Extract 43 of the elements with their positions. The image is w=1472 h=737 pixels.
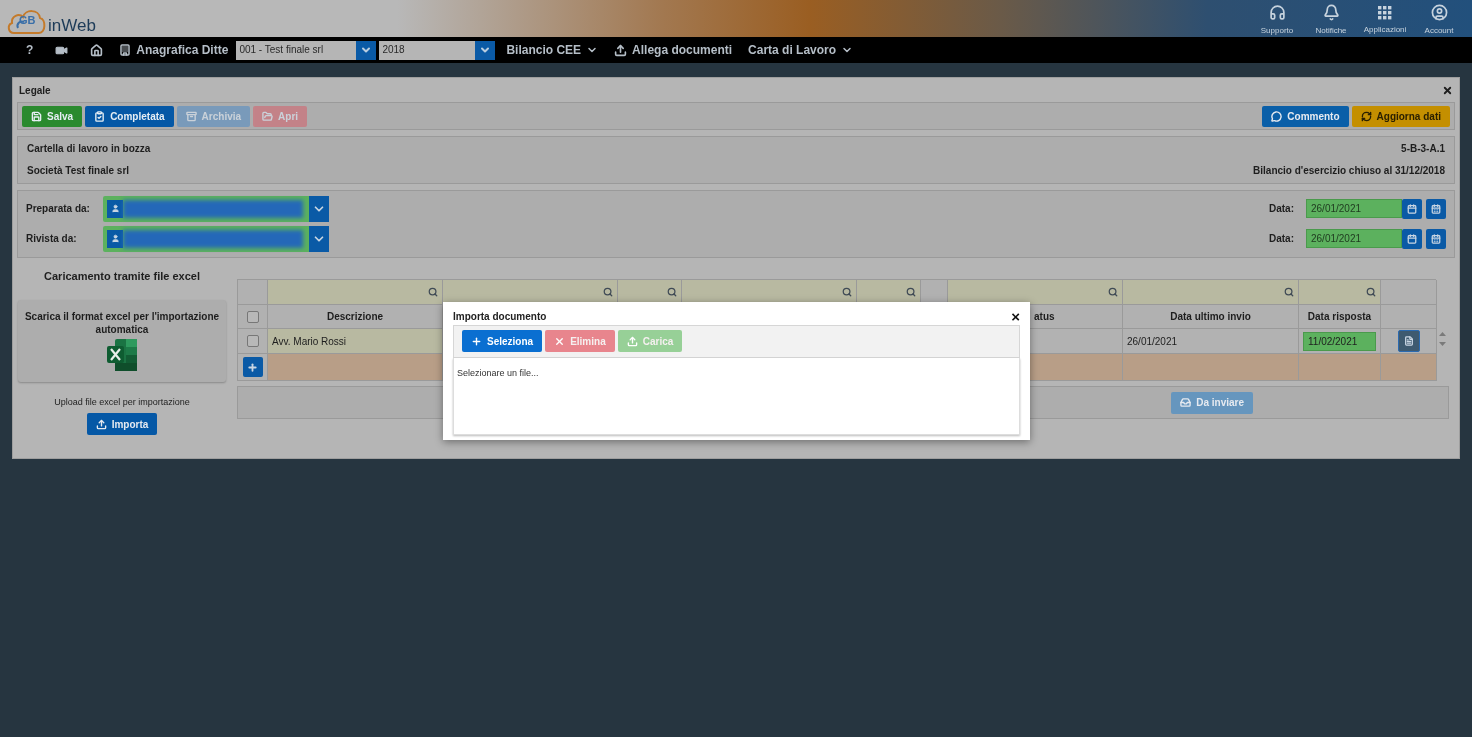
placeholder-text: Selezionare un file... — [457, 368, 539, 378]
app-name: inWeb — [48, 16, 96, 36]
date-field[interactable]: 26/01/2021 — [1306, 229, 1402, 248]
header-action[interactable]: Supporto — [1250, 0, 1304, 37]
download-card[interactable]: Scarica il format excel per l'importazione automatica — [18, 300, 226, 382]
upload-hint: Upload file excel per importazione — [54, 397, 190, 407]
company-text: Società Test finale srl — [27, 164, 131, 177]
header-action[interactable]: Account — [1412, 0, 1466, 37]
help-button[interactable]: ? — [18, 37, 42, 63]
panel-title: Legale — [19, 84, 51, 96]
toolbar-button[interactable]: Salva — [22, 106, 83, 127]
header-action[interactable]: Applicazioni — [1358, 0, 1412, 37]
table-cell: Avv. Mario Rossi — [268, 329, 443, 354]
logo-mark: GB — [19, 14, 36, 26]
close-button[interactable]: × — [1011, 309, 1020, 324]
date-field[interactable]: 26/01/2021 — [1306, 199, 1402, 218]
status-text: Cartella di lavoro in bozza — [27, 143, 152, 156]
field-label: Rivista da: — [26, 233, 78, 244]
nav-menu[interactable]: Allega documenti — [606, 37, 741, 63]
header-action[interactable]: Notifiche — [1304, 0, 1358, 37]
period-text: Bilancio d'esercizio chiuso al 31/12/2018 — [1253, 164, 1445, 177]
date-field[interactable]: 11/02/2021 — [1303, 331, 1376, 351]
import-button[interactable]: Importa — [86, 413, 158, 435]
company-menu[interactable]: Anagrafica Ditte — [111, 37, 237, 63]
dialog-button[interactable]: Seleziona — [462, 330, 543, 352]
table-cell: 26/01/2021 — [1123, 329, 1299, 354]
field-label: Data: — [1269, 233, 1295, 244]
company-select[interactable]: 001 - Test finale srl — [236, 40, 377, 60]
year-select[interactable]: 2018 — [379, 40, 496, 60]
column-header: Data risposta — [1299, 305, 1381, 329]
toolbar-button[interactable]: Commento — [1262, 106, 1349, 127]
field-label: Data: — [1269, 203, 1295, 214]
dialog-title: Importa documento — [453, 311, 547, 322]
download-text: Scarica il format excel per l'importazione automatica — [24, 310, 220, 336]
toolbar-button[interactable]: Completata — [85, 106, 174, 127]
toolbar-button[interactable]: Aggiorna dati — [1351, 106, 1450, 127]
field-label: Preparata da: — [26, 203, 91, 214]
nav-menu[interactable]: Bilancio CEE — [498, 37, 607, 63]
column-header: Data ultimo invio — [1123, 305, 1299, 329]
column-header: Descrizione — [268, 305, 443, 329]
nav-menu[interactable]: Carta di Lavoro — [740, 37, 862, 63]
code-text: 5-B-3-A.1 — [1400, 143, 1445, 156]
section-title: Caricamento tramite file excel — [44, 270, 200, 282]
